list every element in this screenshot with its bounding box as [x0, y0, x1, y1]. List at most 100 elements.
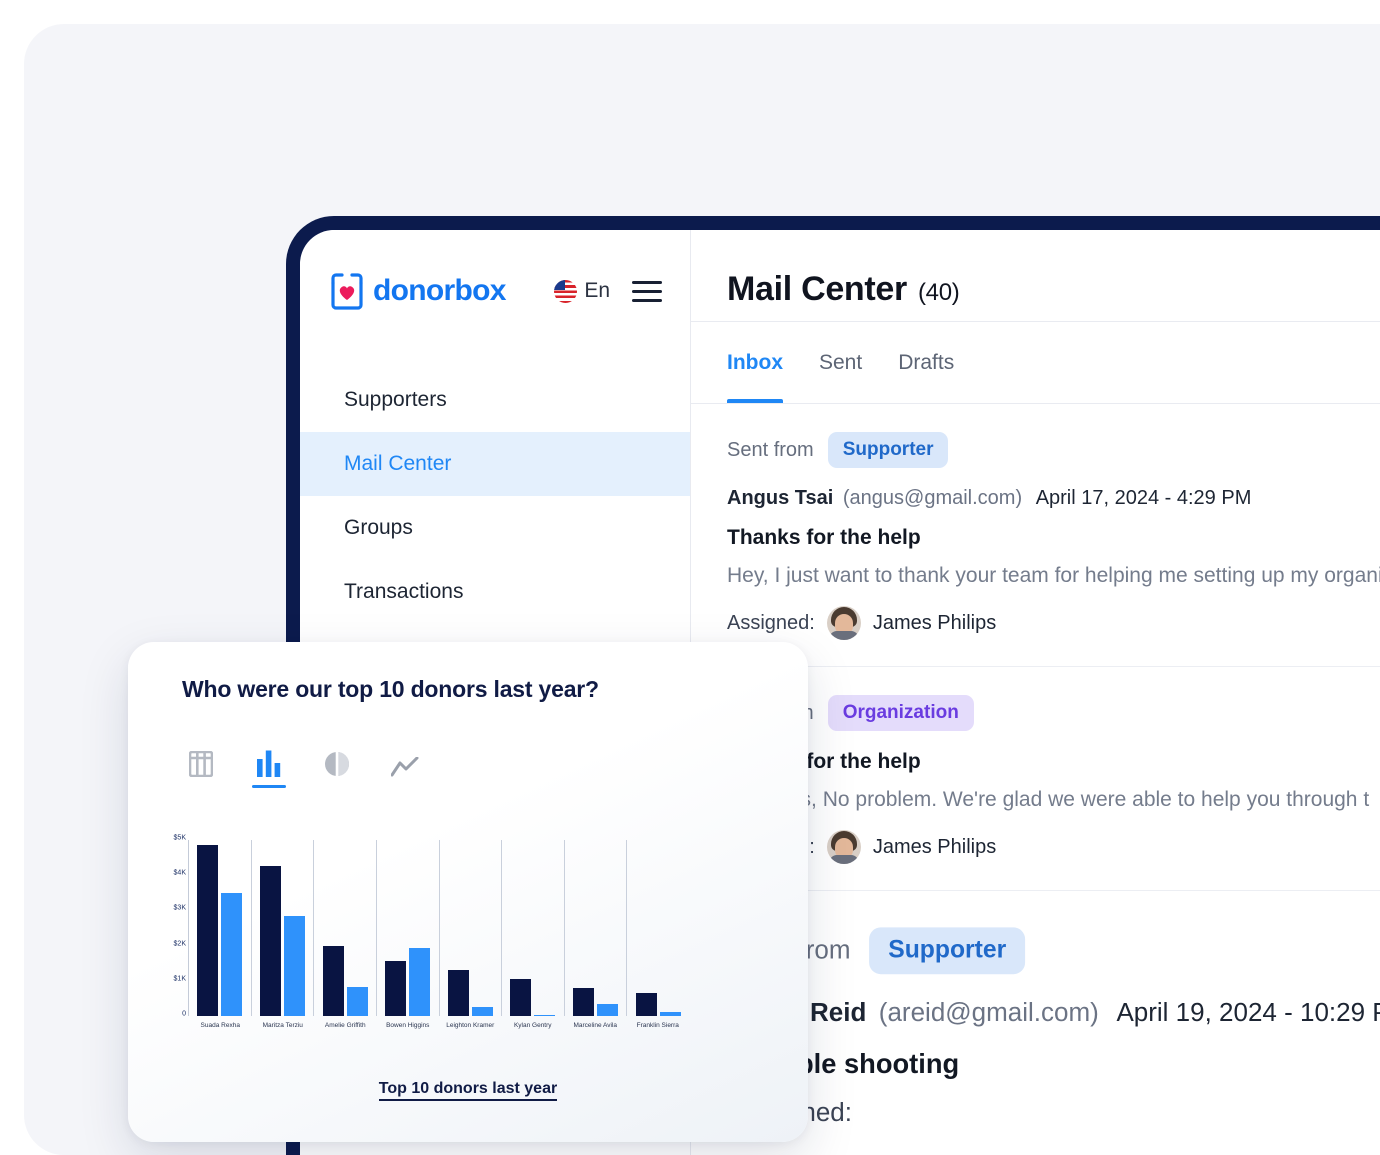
- y-axis-tick-label: $3K: [173, 904, 186, 912]
- bar-group: [189, 840, 251, 1016]
- avatar: [826, 830, 861, 864]
- message-row[interactable]: Sent from Supporter Angus Tsai (angus@gm…: [691, 404, 1380, 667]
- screenshot-stage: donorbox En Supporters Mail Center Group…: [0, 0, 1380, 1155]
- sent-from-row: Sent from Supporter: [727, 432, 1368, 468]
- bar-group: [375, 840, 439, 1016]
- message-subject: Thanks for the help: [727, 526, 921, 549]
- bar: [283, 915, 305, 1016]
- bar: [346, 986, 368, 1016]
- bar: [573, 987, 595, 1016]
- bar-chart-plot: $5K $4K $3K $2K $1K 0 Suada Rexha Maritza Terz…: [128, 834, 808, 1038]
- chart-footer-link[interactable]: Top 10 donors last year: [128, 1080, 808, 1101]
- bar: [597, 1004, 619, 1016]
- sent-from-row: Sent from Supporter: [738, 927, 1380, 975]
- bar-chart-icon[interactable]: [252, 743, 286, 788]
- tab-drafts[interactable]: Drafts: [898, 322, 954, 403]
- status-badge: Supporter: [868, 927, 1026, 975]
- bar-group: [313, 840, 376, 1016]
- assignee-name: James Philips: [872, 835, 997, 858]
- bar: [259, 866, 281, 1016]
- sidebar-item-label: Transactions: [344, 580, 464, 603]
- message-subject: Trouble shooting: [737, 1049, 960, 1080]
- x-axis-tick-label: Bowen Higgins: [386, 1022, 430, 1029]
- sidebar-item-label: Supporters: [344, 388, 447, 411]
- tab-inbox[interactable]: Inbox: [727, 322, 783, 403]
- line-chart-icon[interactable]: [390, 743, 420, 777]
- assigned-row: Assigned: James Philips: [727, 830, 1368, 864]
- chart-view-tabs: [128, 703, 808, 788]
- sidebar-item-transactions[interactable]: Transactions: [300, 560, 690, 624]
- page-title-text: Mail Center: [727, 270, 907, 308]
- message-preview: Hi Angus, No problem. We're glad we were…: [727, 788, 1370, 811]
- bar-group: [250, 840, 314, 1016]
- sender-email: (angus@gmail.com): [842, 487, 1023, 509]
- language-selector[interactable]: En: [554, 279, 610, 303]
- status-badge: Supporter: [827, 432, 949, 468]
- status-badge: Organization: [827, 695, 974, 731]
- sidebar-item-groups[interactable]: Groups: [300, 496, 690, 560]
- bar: [447, 970, 469, 1016]
- y-axis-labels: $5K $4K $3K $2K $1K 0: [150, 834, 186, 1018]
- bar: [322, 945, 344, 1016]
- message-meta: Angus Tsai (angus@gmail.com) April 17, 2…: [727, 487, 1368, 510]
- assignee-name: James Philips: [872, 611, 997, 634]
- x-axis-tick-label: Maritza Terziu: [262, 1022, 303, 1029]
- tab-sent[interactable]: Sent: [819, 322, 862, 403]
- main-header: Mail Center (40): [691, 230, 1380, 322]
- brand-name: donorbox: [373, 274, 506, 307]
- bar-groups: [189, 840, 689, 1016]
- bar: [409, 948, 431, 1016]
- mail-tabs: Inbox Sent Drafts: [691, 322, 1380, 404]
- bar: [510, 979, 532, 1016]
- sidebar-item-label: Groups: [344, 516, 413, 539]
- y-axis-tick-label: $2K: [173, 940, 186, 948]
- hamburger-menu-icon[interactable]: [632, 280, 662, 302]
- sidebar-item-mail-center[interactable]: Mail Center: [300, 432, 690, 496]
- pie-chart-icon[interactable]: [322, 743, 352, 777]
- page-canvas: donorbox En Supporters Mail Center Group…: [24, 24, 1380, 1155]
- tab-label: Drafts: [898, 350, 955, 374]
- x-axis-tick-label: Suada Rexha: [200, 1022, 240, 1029]
- message-preview: Hey, I just want to thank your team for …: [727, 564, 1380, 587]
- brand-row: donorbox En: [300, 230, 690, 310]
- y-axis-tick-label: 0: [182, 1010, 186, 1018]
- bar-group: [626, 840, 689, 1016]
- donorbox-logo-icon: [328, 272, 366, 310]
- sidebar-item-supporters[interactable]: Supporters: [300, 368, 690, 432]
- x-axis-tick-label: Leighton Kramer: [446, 1022, 495, 1029]
- message-meta: Anna Reid (areid@gmail.com) April 19, 20…: [738, 999, 1380, 1029]
- y-axis-tick-label: $5K: [173, 834, 186, 842]
- sender-name: Angus Tsai: [727, 487, 834, 509]
- message-subject: Thanks for the help: [727, 750, 921, 773]
- x-axis-tick-label: Marceline Avila: [573, 1022, 618, 1029]
- bar-group: [501, 840, 564, 1016]
- bar: [221, 892, 243, 1016]
- x-axis-labels: Suada Rexha Maritza Terziu Amelie Griffith…: [189, 1022, 689, 1029]
- chart-card: Who were our top 10 donors last year? $5…: [128, 642, 808, 1142]
- assigned-row: Assigned:: [738, 1099, 1380, 1129]
- sidebar-item-label: Mail Center: [344, 452, 452, 475]
- bar: [197, 845, 219, 1016]
- bar-group: [563, 840, 627, 1016]
- page-title-count: (40): [917, 279, 960, 306]
- assigned-row: Assigned: James Philips: [727, 606, 1368, 640]
- avatar: [826, 606, 861, 640]
- bar: [534, 1014, 556, 1016]
- sent-from-label: Sent from: [727, 438, 814, 461]
- sidebar-nav: Supporters Mail Center Groups Transactio…: [300, 368, 690, 624]
- bar: [471, 1006, 493, 1016]
- message-date: April 17, 2024 - 4:29 PM: [1035, 487, 1252, 509]
- x-axis-tick-label: Kylan Gentry: [513, 1022, 552, 1029]
- y-axis-tick-label: $1K: [173, 975, 186, 983]
- table-view-icon[interactable]: [186, 743, 216, 777]
- bar: [385, 961, 407, 1016]
- sender-email: (areid@gmail.com): [878, 998, 1099, 1028]
- bar-group: [438, 840, 502, 1016]
- x-axis-tick-label: Franklin Sierra: [636, 1022, 679, 1029]
- bar: [635, 993, 657, 1016]
- us-flag-icon: [554, 279, 578, 303]
- tab-label: Inbox: [727, 350, 783, 374]
- y-axis-tick-label: $4K: [173, 869, 186, 877]
- language-label: En: [584, 279, 610, 302]
- sent-from-row: Sent from Organization: [727, 695, 1368, 731]
